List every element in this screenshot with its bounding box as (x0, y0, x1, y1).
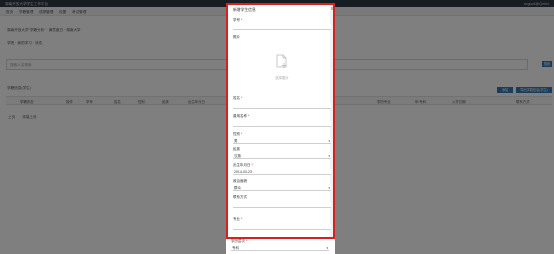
chevron-down-icon: ▾ (328, 153, 330, 158)
modal-title: 新增学生信息 (233, 8, 256, 12)
major-field[interactable] (233, 224, 331, 230)
former-name-field[interactable] (233, 121, 331, 127)
modal-overflow-area: 学历层次 * 专科 ▾ (226, 239, 335, 254)
photo-upload-text: 选择图片 (275, 76, 289, 80)
photo-label: 照片 (233, 35, 240, 39)
major-label: 专业 * (233, 217, 243, 221)
gender-label: 性别 * (233, 132, 243, 136)
add-student-modal: 新增学生信息 学号 * 照片 选择图片 姓名 * 曾用名称 * 性别 * 男 ▾ … (226, 3, 335, 239)
birth-date-field[interactable]: 2014-03-23 (233, 169, 331, 175)
chevron-down-icon: ▾ (326, 245, 328, 250)
ethnicity-label: 民族 (233, 147, 240, 151)
contact-label: 联系方式 (233, 195, 247, 199)
name-field[interactable] (233, 103, 331, 109)
name-label: 姓名 * (233, 96, 243, 100)
chevron-down-icon: ▾ (328, 138, 330, 143)
chevron-down-icon: ▾ (328, 185, 330, 190)
photo-upload[interactable]: 选择图片 (233, 41, 331, 91)
student-id-label: 学号 * (233, 18, 243, 22)
contact-field[interactable] (233, 202, 331, 208)
image-add-icon (276, 54, 287, 68)
level-label: 学历层次 * (231, 239, 248, 243)
scrollbar-thumb[interactable] (330, 7, 333, 10)
gender-select[interactable]: 男 ▾ (233, 138, 331, 144)
former-name-label: 曾用名称 * (233, 114, 250, 118)
level-select[interactable]: 专科 ▾ (231, 245, 329, 251)
political-status-label: 政治面貌 (233, 179, 247, 183)
student-id-field[interactable] (233, 24, 331, 30)
political-status-select[interactable]: 群众 ▾ (233, 185, 331, 191)
ethnicity-select[interactable]: 汉族 ▾ (233, 153, 331, 159)
birth-date-label: 出生年月日 * (233, 163, 253, 167)
